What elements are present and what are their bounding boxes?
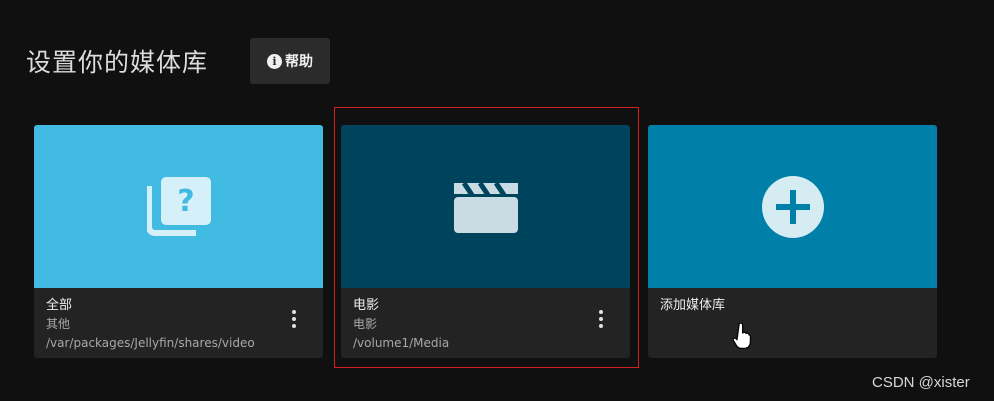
more-options-button[interactable] (287, 308, 301, 330)
page-title: 设置你的媒体库 (26, 48, 209, 77)
library-card-movies[interactable]: 电影 电影 /volume1/Media (341, 125, 630, 358)
add-library-label: 添加媒体库 (660, 298, 726, 313)
add-circle-icon (761, 175, 824, 238)
library-type: 其他 (46, 317, 71, 331)
unknown-collection-icon: ? (146, 176, 211, 236)
hand-cursor-icon (733, 323, 751, 349)
add-library-card[interactable]: 添加媒体库 (648, 125, 937, 358)
info-icon: i (267, 53, 282, 69)
add-library-thumbnail[interactable] (648, 125, 937, 288)
dot-icon (599, 324, 603, 328)
library-type: 电影 (353, 317, 378, 331)
help-button[interactable]: i 帮助 (250, 38, 330, 84)
dot-icon (599, 317, 603, 321)
library-info: 全部 其他 /var/packages/Jellyfin/shares/vide… (34, 288, 323, 353)
library-path: /volume1/Media (353, 336, 450, 350)
library-info: 电影 电影 /volume1/Media (341, 288, 630, 353)
svg-text:?: ? (177, 184, 194, 219)
library-name: 全部 (46, 298, 73, 313)
dot-icon (292, 317, 296, 321)
library-path: /var/packages/Jellyfin/shares/video (46, 336, 255, 350)
dot-icon (292, 324, 296, 328)
library-thumbnail[interactable] (341, 125, 630, 288)
watermark-text: CSDN @xister (872, 374, 970, 391)
dot-icon (599, 310, 603, 314)
library-card-all[interactable]: ? 全部 其他 /var/packages/Jellyfin/shares/vi… (34, 125, 323, 358)
library-setup-page: 设置你的媒体库 i 帮助 ? 全部 其他 /var/packages/Jelly… (0, 0, 994, 401)
clapperboard-icon (453, 181, 518, 233)
library-thumbnail[interactable]: ? (34, 125, 323, 288)
library-name: 电影 (353, 298, 380, 313)
help-button-label: 帮助 (285, 54, 313, 70)
page-header: 设置你的媒体库 i 帮助 (26, 38, 330, 84)
dot-icon (292, 310, 296, 314)
add-library-info: 添加媒体库 (648, 288, 937, 315)
more-options-button[interactable] (594, 308, 608, 330)
